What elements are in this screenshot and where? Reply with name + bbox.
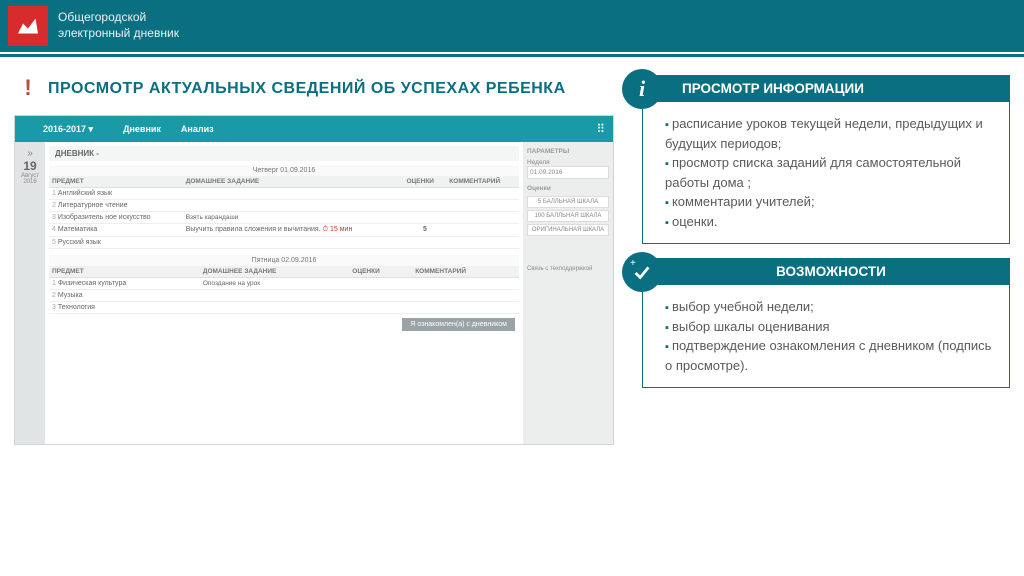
page-title: ПРОСМОТР АКТУАЛЬНЫХ СВЕДЕНИЙ ОБ УСПЕХАХ … [48,80,566,98]
year-selector[interactable]: 2016-2017 ▾ [43,124,93,135]
panel1-item: оценки. [665,212,997,232]
diary-screenshot: 2016-2017 ▾ Дневник Анализ ⠿ » 19 Август… [14,115,614,445]
check-icon: + [622,252,662,292]
header-line1: Общегородской [58,10,179,26]
diary-label: ДНЕВНИК - [49,146,519,161]
scale-original[interactable]: ОРИГИНАЛЬНАЯ ШКАЛА [527,224,609,236]
scale-100[interactable]: 100 БАЛЛЬНАЯ ШКАЛА [527,210,609,222]
header-line2: электронный дневник [58,26,179,42]
info-icon: i [622,69,662,109]
moscow-emblem [8,6,48,46]
panel2-item: выбор учебной недели; [665,297,997,317]
day-number: 19 [23,159,36,173]
lessons-table-1: ПРЕДМЕТДОМАШНЕЕ ЗАДАНИЕОЦЕНКИКОММЕНТАРИЙ… [49,176,519,249]
date-sidebar: » 19 Август 2016 [15,142,45,444]
panel2-item: выбор шкалы оценивания [665,317,997,337]
info-panel-view: i ПРОСМОТР ИНФОРМАЦИИ расписание уроков … [642,75,1010,244]
tab-diary[interactable]: Дневник [123,124,161,134]
header-bar: Общегородской электронный дневник [0,0,1024,52]
params-panel: ПАРАМЕТРЫ Неделя 01.09.2016 Оценки 5 БАЛ… [523,142,613,444]
info-panel-features: + ВОЗМОЖНОСТИ выбор учебной недели; выбо… [642,258,1010,388]
grid-icon[interactable]: ⠿ [596,122,603,136]
header-title: Общегородской электронный дневник [58,10,179,41]
panel1-item: комментарии учителей; [665,192,997,212]
panel1-item: просмотр списка заданий для самостоятель… [665,153,997,192]
panel1-item: расписание уроков текущей недели, предыд… [665,114,997,153]
day-header-1: Четверг 01.09.2016 [49,165,519,176]
day-header-2: Пятница 02.09.2016 [49,255,519,266]
day-year: 2016 [23,179,36,185]
lessons-table-2: ПРЕДМЕТДОМАШНЕЕ ЗАДАНИЕОЦЕНКИКОММЕНТАРИЙ… [49,266,519,314]
confirm-button[interactable]: Я ознакомлен(а) с дневником [402,318,515,331]
panel2-title: ВОЗМОЖНОСТИ [652,258,1010,285]
week-input[interactable]: 01.09.2016 [527,166,609,179]
panel2-item: подтверждение ознакомления с дневником (… [665,336,997,375]
alert-icon: ! [14,75,42,103]
support-link[interactable]: Связь с техподдержкой [527,266,609,272]
tab-analysis[interactable]: Анализ [181,124,214,134]
scale-5[interactable]: 5 БАЛЛЬНАЯ ШКАЛА [527,196,609,208]
panel1-title: ПРОСМОТР ИНФОРМАЦИИ [652,75,1010,102]
